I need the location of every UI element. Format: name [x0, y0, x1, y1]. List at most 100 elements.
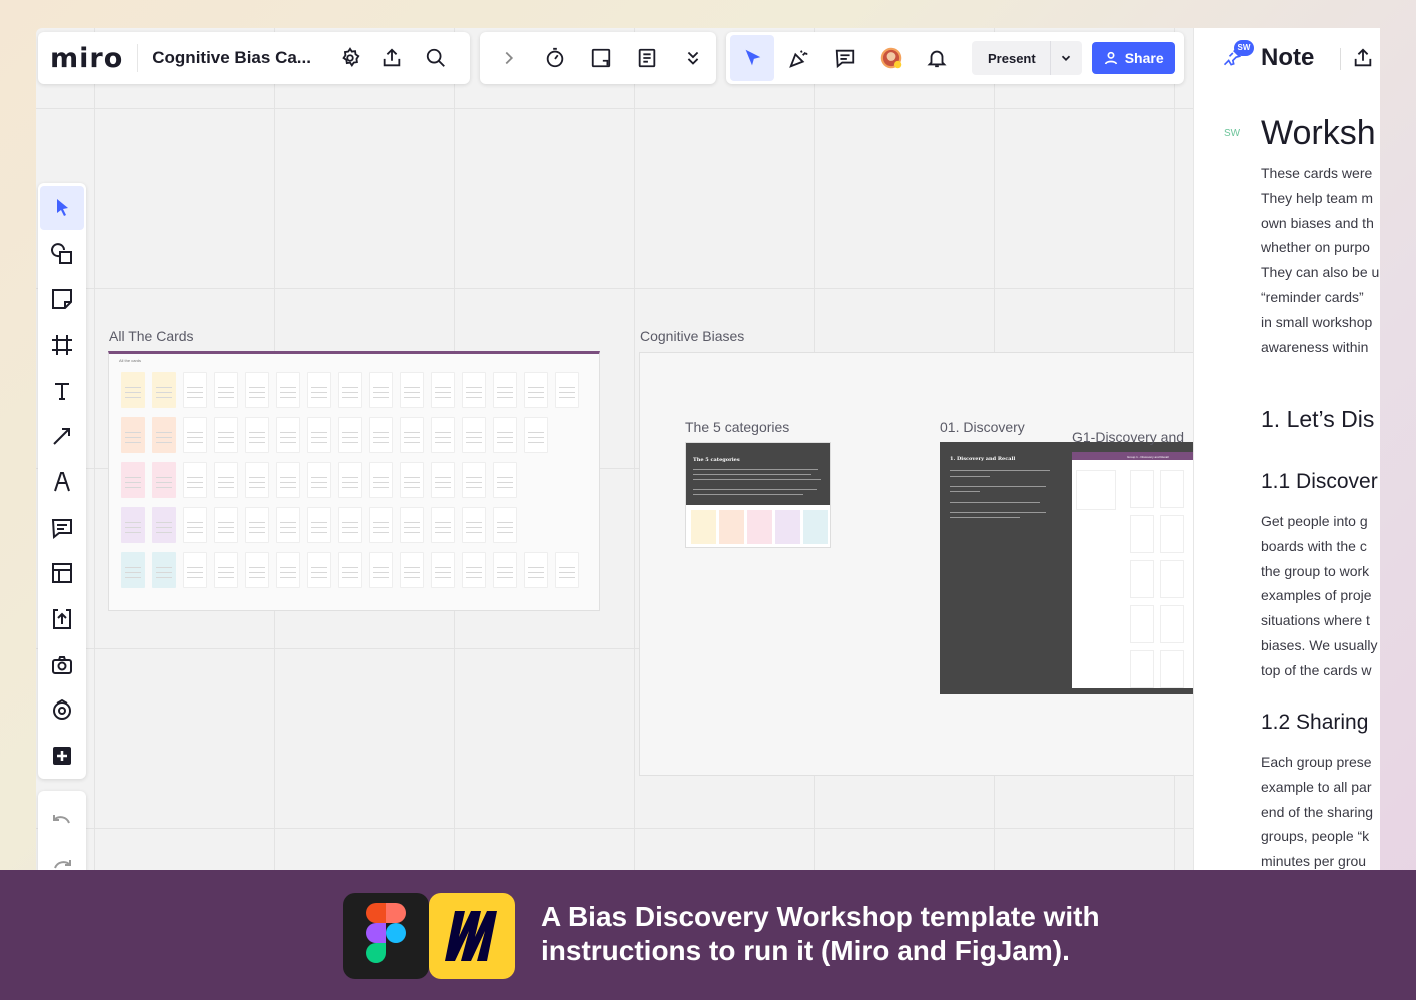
undo-icon[interactable]: [40, 802, 84, 845]
templates-icon[interactable]: [40, 552, 84, 596]
category-card-thumbnail[interactable]: [775, 510, 800, 544]
bias-card-thumbnail[interactable]: [524, 372, 548, 408]
cognitive-biases-frame[interactable]: The 5 categories The 5 categories 01. Di…: [639, 352, 1200, 776]
bias-card-thumbnail[interactable]: [369, 462, 393, 498]
bias-card-thumbnail[interactable]: [214, 507, 238, 543]
bias-card-thumbnail[interactable]: [369, 552, 393, 588]
chevron-double-down-icon[interactable]: [676, 41, 710, 75]
bias-card-thumbnail[interactable]: [214, 552, 238, 588]
bias-card-thumbnail[interactable]: [121, 507, 145, 543]
bias-card-thumbnail[interactable]: [555, 552, 579, 588]
share-button[interactable]: Share: [1091, 42, 1175, 74]
bias-card-thumbnail[interactable]: [245, 372, 269, 408]
g1-discovery-board[interactable]: Group 1 - Discovery and Recall: [1072, 452, 1200, 688]
g1-card-thumbnail[interactable]: [1130, 470, 1154, 508]
camera-icon[interactable]: [40, 643, 84, 687]
bias-card-thumbnail[interactable]: [338, 372, 362, 408]
frame-tool-icon[interactable]: [40, 323, 84, 367]
g1-card-thumbnail[interactable]: [1130, 560, 1154, 598]
g1-card-thumbnail[interactable]: [1160, 560, 1184, 598]
g1-card-thumbnail[interactable]: [1130, 605, 1154, 643]
bias-card-thumbnail[interactable]: [431, 372, 455, 408]
bias-card-thumbnail[interactable]: [245, 552, 269, 588]
bias-card-thumbnail[interactable]: [245, 462, 269, 498]
board-title[interactable]: Cognitive Bias Ca...: [137, 44, 325, 72]
bias-card-thumbnail[interactable]: [276, 417, 300, 453]
chevron-down-icon[interactable]: [1049, 41, 1082, 75]
bias-card-thumbnail[interactable]: [152, 372, 176, 408]
category-card-thumbnail[interactable]: [719, 510, 744, 544]
bias-card-thumbnail[interactable]: [152, 507, 176, 543]
bias-card-thumbnail[interactable]: [524, 417, 548, 453]
comment-icon[interactable]: [828, 41, 862, 75]
frame-label-discovery[interactable]: 01. Discovery: [940, 419, 1025, 435]
g1-card-thumbnail[interactable]: [1160, 515, 1184, 553]
bias-card-thumbnail[interactable]: [214, 417, 238, 453]
bias-card-thumbnail[interactable]: [400, 462, 424, 498]
bias-card-thumbnail[interactable]: [338, 552, 362, 588]
bias-card-thumbnail[interactable]: [338, 462, 362, 498]
bias-card-thumbnail[interactable]: [307, 552, 331, 588]
bias-card-thumbnail[interactable]: [307, 462, 331, 498]
frame-label-all-cards[interactable]: All The Cards: [109, 328, 194, 344]
export-note-icon[interactable]: [1352, 47, 1374, 74]
g1-card-thumbnail[interactable]: [1076, 470, 1116, 510]
apps-icon[interactable]: [40, 689, 84, 733]
select-tool-icon[interactable]: [40, 186, 84, 230]
more-tools-plus-icon[interactable]: [40, 734, 84, 778]
sticky-note-add-icon[interactable]: [584, 41, 618, 75]
bias-card-thumbnail[interactable]: [462, 372, 486, 408]
sticky-note-icon[interactable]: [40, 277, 84, 321]
bias-card-thumbnail[interactable]: [431, 507, 455, 543]
bias-card-thumbnail[interactable]: [462, 552, 486, 588]
bias-card-thumbnail[interactable]: [307, 372, 331, 408]
category-card-thumbnail[interactable]: [691, 510, 716, 544]
bias-card-thumbnail[interactable]: [493, 372, 517, 408]
pen-tool-icon[interactable]: [40, 460, 84, 504]
g1-card-thumbnail[interactable]: [1160, 650, 1184, 688]
bias-card-thumbnail[interactable]: [524, 552, 548, 588]
bias-card-thumbnail[interactable]: [338, 507, 362, 543]
bias-card-thumbnail[interactable]: [183, 507, 207, 543]
bias-card-thumbnail[interactable]: [431, 552, 455, 588]
bias-card-thumbnail[interactable]: [245, 507, 269, 543]
bias-card-thumbnail[interactable]: [183, 552, 207, 588]
settings-icon[interactable]: [333, 41, 367, 75]
bias-card-thumbnail[interactable]: [183, 372, 207, 408]
bias-card-thumbnail[interactable]: [307, 417, 331, 453]
export-icon[interactable]: [375, 41, 409, 75]
all-cards-frame[interactable]: All the cards: [108, 351, 600, 611]
text-tool-icon[interactable]: [40, 369, 84, 413]
celebrate-icon[interactable]: [782, 41, 816, 75]
bias-card-thumbnail[interactable]: [400, 552, 424, 588]
board-canvas[interactable]: miro Cognitive Bias Ca... Present Share …: [36, 28, 1380, 870]
bias-card-thumbnail[interactable]: [121, 462, 145, 498]
bias-card-thumbnail[interactable]: [121, 552, 145, 588]
bias-card-thumbnail[interactable]: [493, 507, 517, 543]
bias-card-thumbnail[interactable]: [493, 552, 517, 588]
bias-card-thumbnail[interactable]: [121, 372, 145, 408]
bias-card-thumbnail[interactable]: [338, 417, 362, 453]
bias-card-thumbnail[interactable]: [431, 462, 455, 498]
bias-card-thumbnail[interactable]: [245, 417, 269, 453]
g1-card-thumbnail[interactable]: [1160, 605, 1184, 643]
shapes-tool-icon[interactable]: [40, 232, 84, 276]
categories-card[interactable]: The 5 categories: [685, 442, 831, 548]
user-avatar[interactable]: [874, 41, 908, 75]
miro-logo[interactable]: miro: [38, 43, 137, 74]
g1-card-thumbnail[interactable]: [1160, 470, 1184, 508]
bias-card-thumbnail[interactable]: [121, 417, 145, 453]
bias-card-thumbnail[interactable]: [276, 462, 300, 498]
redo-icon[interactable]: [40, 847, 84, 870]
g1-card-thumbnail[interactable]: [1130, 650, 1154, 688]
category-card-thumbnail[interactable]: [747, 510, 772, 544]
bias-card-thumbnail[interactable]: [369, 507, 393, 543]
upload-icon[interactable]: [40, 597, 84, 641]
bias-card-thumbnail[interactable]: [462, 507, 486, 543]
comment-tool-icon[interactable]: [40, 506, 84, 550]
bias-card-thumbnail[interactable]: [555, 372, 579, 408]
bias-card-thumbnail[interactable]: [400, 372, 424, 408]
timer-icon[interactable]: [538, 41, 572, 75]
bias-card-thumbnail[interactable]: [307, 507, 331, 543]
g1-card-thumbnail[interactable]: [1130, 515, 1154, 553]
